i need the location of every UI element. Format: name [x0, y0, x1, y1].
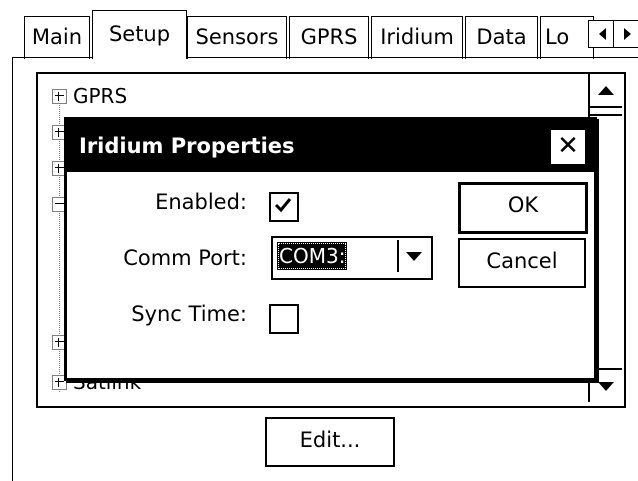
comm-port-value: COM3:	[277, 242, 348, 270]
close-icon[interactable]: ✕	[550, 129, 586, 165]
checkmark-icon	[274, 198, 292, 213]
iridium-properties-dialog: Iridium Properties ✕ Enabled: Comm Port:…	[64, 117, 597, 381]
chevron-down-icon	[406, 251, 422, 261]
tab-setup[interactable]: Setup	[92, 10, 187, 59]
expand-icon[interactable]	[52, 88, 67, 104]
cancel-button[interactable]: Cancel	[458, 238, 586, 288]
tab-scroll-right-button[interactable]	[613, 20, 638, 48]
tree-item-gprs[interactable]: GPRS	[52, 82, 127, 110]
arrow-up-icon	[598, 85, 614, 95]
dropdown-button[interactable]	[397, 240, 429, 272]
chevron-left-icon	[598, 28, 606, 40]
chevron-right-icon	[623, 28, 631, 40]
dialog-title: Iridium Properties	[79, 134, 295, 158]
scroll-up-button[interactable]	[590, 74, 622, 108]
tab-gprs[interactable]: GPRS	[289, 16, 369, 59]
ok-button[interactable]: OK	[458, 182, 588, 234]
edit-button[interactable]: Edit...	[265, 417, 395, 467]
comm-port-select[interactable]: COM3:	[271, 236, 433, 280]
comm-port-label: Comm Port:	[123, 246, 247, 270]
tab-main[interactable]: Main	[24, 16, 90, 59]
tab-log[interactable]: Lo	[540, 16, 594, 59]
tab-scroll-left-button[interactable]	[588, 20, 616, 48]
sync-time-label: Sync Time:	[131, 302, 247, 326]
tab-iridium[interactable]: Iridium	[371, 16, 463, 59]
tab-data[interactable]: Data	[465, 16, 538, 59]
tree-item-label: GPRS	[73, 84, 128, 108]
enabled-checkbox[interactable]	[269, 192, 299, 222]
enabled-label: Enabled:	[155, 190, 247, 214]
tab-sensors[interactable]: Sensors	[187, 16, 287, 59]
arrow-down-icon	[598, 381, 614, 391]
sync-time-checkbox[interactable]	[269, 304, 299, 334]
dialog-titlebar: Iridium Properties ✕	[67, 120, 594, 172]
